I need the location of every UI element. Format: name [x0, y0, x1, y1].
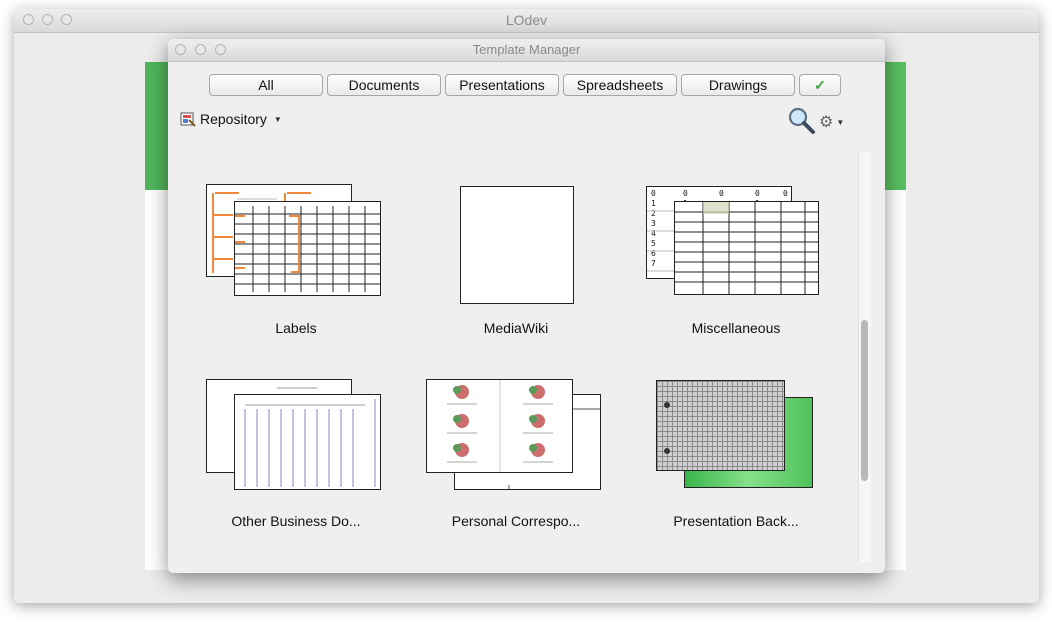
thumbnail-front-page [234, 394, 381, 490]
svg-text:2: 2 [651, 209, 656, 218]
settings-menu-button[interactable]: ⚙ ▼ [819, 112, 844, 132]
svg-text:1: 1 [651, 199, 656, 208]
scrollbar-thumb[interactable] [861, 320, 868, 481]
template-folder-presentation-backgrounds[interactable]: Presentation Back... [626, 377, 846, 537]
template-folder-labels[interactable]: Labels [186, 184, 406, 344]
svg-text:0: 0 [719, 189, 724, 198]
svg-text:7: 7 [651, 259, 656, 268]
gear-icon: ⚙ [819, 114, 834, 131]
template-folder-mediawiki[interactable]: MediaWiki [406, 184, 626, 344]
svg-text:4: 4 [651, 229, 656, 238]
repository-dropdown[interactable]: Repository ▼ [180, 109, 282, 129]
svg-text:0: 0 [783, 189, 788, 198]
template-folder-other-business[interactable]: Other Business Do... [186, 377, 406, 537]
dialog-titlebar: Template Manager [168, 39, 885, 62]
template-manager-dialog: Template Manager All Documents Presentat… [168, 39, 885, 573]
svg-text:0: 0 [683, 189, 688, 198]
template-folder-label: Labels [275, 320, 317, 336]
search-icon[interactable] [787, 106, 817, 136]
svg-text:0: 0 [651, 189, 656, 198]
template-folder-personal-correspondence[interactable]: Personal Correspo... [406, 377, 626, 537]
thumbnail-front-page [234, 201, 381, 296]
apply-button[interactable]: ✓ [799, 74, 841, 96]
svg-text:5: 5 [651, 239, 656, 248]
svg-text:0: 0 [755, 189, 760, 198]
chevron-down-icon: ▼ [836, 117, 845, 127]
template-folder-label: Presentation Back... [673, 513, 799, 529]
outer-titlebar: LOdev [14, 9, 1039, 33]
template-folder-miscellaneous[interactable]: 0123 4567 0100 10 [626, 184, 846, 344]
svg-text:6: 6 [651, 249, 656, 258]
filter-all-button[interactable]: All [209, 74, 323, 96]
chevron-down-icon: ▼ [273, 114, 282, 124]
filter-spreadsheets-button[interactable]: Spreadsheets [563, 74, 677, 96]
checkmark-icon: ✓ [814, 77, 826, 93]
thumbnail-front-page [656, 380, 785, 471]
thumbnail-front-page [674, 201, 819, 295]
thumbnail-front-page [426, 379, 573, 473]
template-folder-label: Personal Correspo... [451, 513, 581, 529]
repository-label: Repository [200, 111, 267, 127]
repository-icon [180, 111, 196, 127]
template-folder-label: MediaWiki [483, 320, 549, 336]
svg-text:3: 3 [651, 219, 656, 228]
template-folder-label: Miscellaneous [691, 320, 781, 336]
filter-presentations-button[interactable]: Presentations [445, 74, 559, 96]
template-folder-label: Other Business Do... [231, 513, 361, 529]
dialog-title: Template Manager [472, 42, 581, 57]
vertical-scrollbar[interactable] [858, 152, 871, 562]
filter-drawings-button[interactable]: Drawings [681, 74, 795, 96]
filter-documents-button[interactable]: Documents [327, 74, 441, 96]
outer-window-title: LOdev [505, 12, 548, 28]
thumbnail-page [460, 186, 574, 304]
